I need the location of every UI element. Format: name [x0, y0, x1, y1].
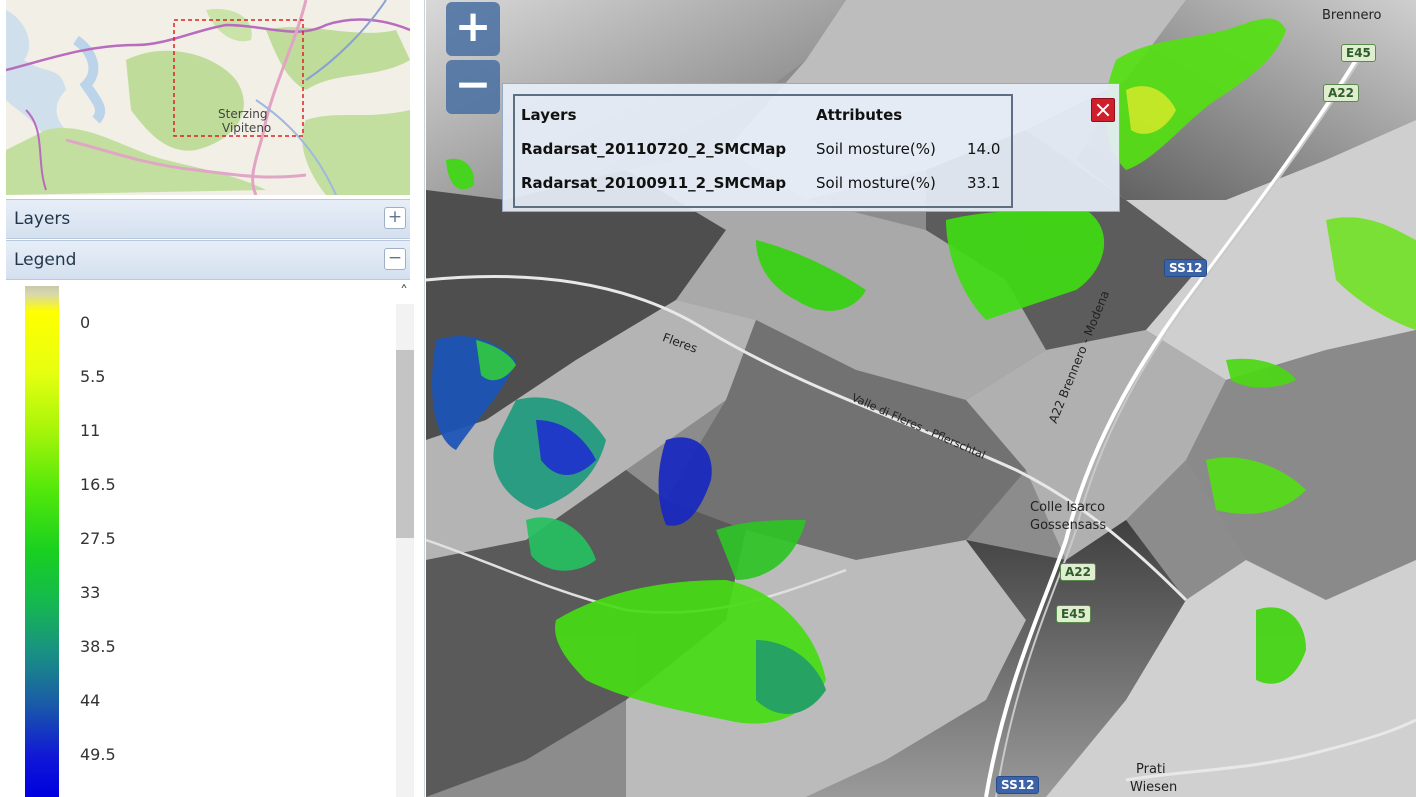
- overview-place-label: Sterzing: [218, 107, 268, 121]
- row-attribute-name: Soil mosture(%): [816, 174, 936, 192]
- column-header-attributes: Attributes: [816, 106, 903, 124]
- legend-label: 49.5: [80, 745, 116, 764]
- zoom-in-button[interactable]: +: [446, 2, 500, 56]
- legend-label: 38.5: [80, 637, 116, 656]
- legend-label: 0: [80, 313, 91, 332]
- row-layer-name: Radarsat_20100911_2_SMCMap: [521, 174, 787, 192]
- layers-panel-title: Layers: [14, 209, 71, 229]
- legend-label: 11: [80, 421, 101, 440]
- legend-panel-title: Legend: [14, 250, 77, 270]
- scroll-up-arrow-icon[interactable]: ˄: [394, 282, 414, 304]
- legend-panel: 0 5.5 11 16.5 27.5 33 38.5 44 49.5 ˄: [6, 282, 416, 797]
- overview-place-label-alt: Vipiteno: [222, 121, 272, 135]
- road-shield: A22: [1323, 84, 1359, 102]
- road-shield: SS12: [996, 776, 1040, 794]
- map-place-label: Gossensass: [1030, 518, 1107, 533]
- legend-scrollbar-thumb[interactable]: [396, 350, 414, 538]
- legend-panel-header[interactable]: Legend −: [6, 240, 410, 280]
- row-layer-name: Radarsat_20110720_2_SMCMap: [521, 140, 787, 158]
- legend-label: 33: [80, 583, 101, 602]
- expand-layers-button[interactable]: +: [384, 207, 406, 229]
- feature-info-table: Layers Attributes Radarsat_20110720_2_SM…: [513, 94, 1013, 208]
- side-panel: Sterzing Vipiteno Layers + Legend − 0 5.…: [0, 0, 425, 797]
- close-icon[interactable]: [1091, 98, 1115, 122]
- map-place-label: Colle Isarco: [1030, 500, 1106, 515]
- overview-map-canvas: [6, 0, 410, 195]
- legend-label: 44: [80, 691, 101, 710]
- legend-label: 5.5: [80, 367, 106, 386]
- feature-info-popup: Layers Attributes Radarsat_20110720_2_SM…: [502, 83, 1120, 212]
- row-attribute-value: 33.1: [967, 174, 1001, 192]
- layers-panel-header[interactable]: Layers +: [6, 199, 410, 239]
- collapse-legend-button[interactable]: −: [384, 248, 406, 270]
- map-place-label: Brennero: [1322, 8, 1382, 23]
- overview-map[interactable]: Sterzing Vipiteno: [6, 0, 410, 195]
- zoom-out-button[interactable]: −: [446, 60, 500, 114]
- soil-moisture-color-ramp: [25, 286, 59, 797]
- road-shield: E45: [1341, 44, 1376, 62]
- legend-label: 16.5: [80, 475, 116, 494]
- legend-label: 27.5: [80, 529, 116, 548]
- row-attribute-value: 14.0: [967, 140, 1001, 158]
- row-attribute-name: Soil mosture(%): [816, 140, 936, 158]
- road-shield: A22: [1060, 563, 1096, 581]
- map-place-label: Prati: [1136, 762, 1166, 777]
- column-header-layers: Layers: [521, 106, 577, 124]
- map-place-label: Wiesen: [1130, 780, 1178, 795]
- road-shield: SS12: [1164, 259, 1208, 277]
- road-shield: E45: [1056, 605, 1091, 623]
